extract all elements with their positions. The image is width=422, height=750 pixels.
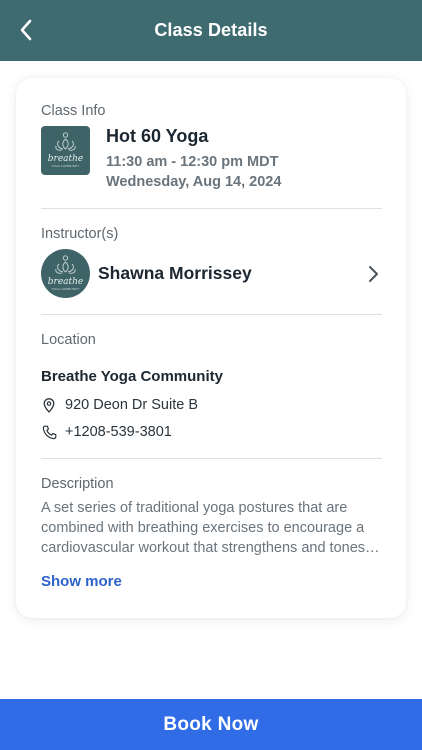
show-more-link[interactable]: Show more <box>41 573 122 590</box>
instructors-label: Instructor(s) <box>41 226 119 242</box>
breathe-logo-icon: breathe YOGA COMMUNITY <box>48 132 84 168</box>
page-title: Class Details <box>154 20 268 40</box>
breathe-logo-icon: breathe YOGA COMMUNITY <box>48 255 84 291</box>
back-button[interactable] <box>10 14 42 46</box>
svg-text:breathe: breathe <box>48 154 84 164</box>
studio-name: Breathe Yoga Community <box>41 368 223 385</box>
class-details-card: Class Info breathe YOGA COMMUNITY Hot 60… <box>16 78 406 618</box>
divider <box>41 208 382 209</box>
book-now-button[interactable]: Book Now <box>0 699 422 750</box>
class-info-label: Class Info <box>41 103 106 119</box>
chevron-right-icon <box>369 266 378 282</box>
phone-row[interactable]: +1208-539-3801 <box>41 422 172 442</box>
instructor-name: Shawna Morrissey <box>98 263 252 283</box>
class-logo: breathe YOGA COMMUNITY <box>41 126 90 175</box>
svg-text:YOGA COMMUNITY: YOGA COMMUNITY <box>52 164 80 168</box>
description-label: Description <box>41 476 114 492</box>
map-pin-icon <box>41 397 57 413</box>
chevron-left-icon <box>20 19 32 41</box>
svg-text:breathe: breathe <box>48 277 84 287</box>
svg-text:YOGA COMMUNITY: YOGA COMMUNITY <box>52 287 80 291</box>
instructor-row[interactable]: breathe YOGA COMMUNITY Shawna Morrissey <box>16 243 406 305</box>
address-row[interactable]: 920 Deon Dr Suite B <box>41 395 198 415</box>
address-text: 920 Deon Dr Suite B <box>65 397 198 413</box>
instructor-avatar: breathe YOGA COMMUNITY <box>41 249 90 298</box>
divider <box>41 458 382 459</box>
class-time: 11:30 am - 12:30 pm MDT <box>106 154 279 170</box>
class-name: Hot 60 Yoga <box>106 126 209 146</box>
top-app-bar: Class Details <box>0 0 422 61</box>
class-date: Wednesday, Aug 14, 2024 <box>106 174 282 190</box>
description-text: A set series of traditional yoga posture… <box>41 500 380 556</box>
phone-icon <box>41 424 57 440</box>
phone-text: +1208-539-3801 <box>65 424 172 440</box>
location-label: Location <box>41 332 96 348</box>
divider <box>41 314 382 315</box>
